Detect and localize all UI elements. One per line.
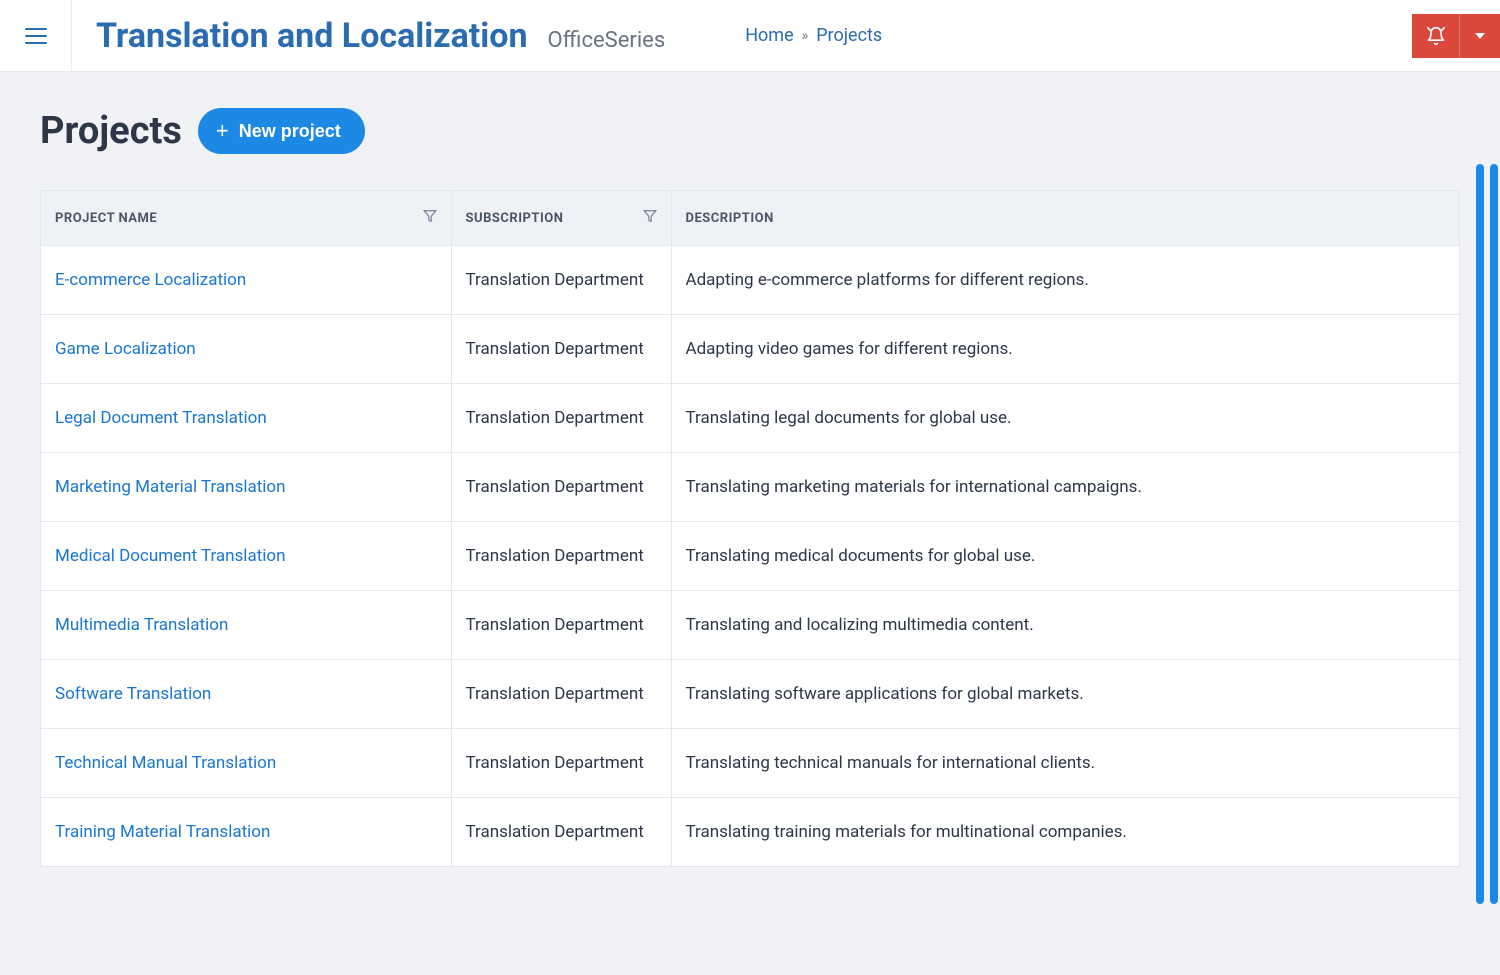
- cell-description: Translating marketing materials for inte…: [671, 453, 1459, 522]
- table-row: Technical Manual Translation Translation …: [41, 729, 1459, 798]
- hamburger-icon[interactable]: [25, 28, 47, 44]
- cell-description: Adapting video games for different regio…: [671, 315, 1459, 384]
- project-link[interactable]: Medical Document Translation: [55, 546, 285, 566]
- plus-icon: +: [216, 120, 229, 142]
- cell-description: Translating training materials for multi…: [671, 798, 1459, 867]
- table-row: Multimedia Translation Translation Depart…: [41, 591, 1459, 660]
- cell-subscription: Translation Department: [451, 798, 671, 867]
- table-row: Training Material Translation Translation…: [41, 798, 1459, 867]
- filter-icon[interactable]: [423, 209, 437, 227]
- header-actions: [1412, 14, 1500, 58]
- cell-subscription: Translation Department: [451, 315, 671, 384]
- caret-down-icon: [1475, 33, 1485, 39]
- page-title: Projects: [40, 109, 182, 153]
- cell-project-name: Multimedia Translation: [41, 591, 451, 660]
- breadcrumb: Home » Projects: [745, 25, 882, 46]
- table-row: Software Translation Translation Departme…: [41, 660, 1459, 729]
- table-row: Legal Document Translation Translation De…: [41, 384, 1459, 453]
- title-area: Translation and Localization OfficeSerie…: [72, 16, 665, 56]
- notifications-button[interactable]: [1412, 14, 1460, 58]
- column-header-description[interactable]: Description: [671, 191, 1459, 246]
- column-header-subscription[interactable]: Subscription: [451, 191, 671, 246]
- table-row: Game Localization Translation DepartmentA…: [41, 315, 1459, 384]
- menu-toggle-wrap: [0, 0, 72, 72]
- cell-project-name: E-commerce Localization: [41, 246, 451, 315]
- app-title: Translation and Localization: [96, 16, 528, 56]
- cell-project-name: Marketing Material Translation: [41, 453, 451, 522]
- app-header: Translation and Localization OfficeSerie…: [0, 0, 1500, 72]
- breadcrumb-home-link[interactable]: Home: [745, 25, 793, 46]
- table-header-row: Project Name Subscription: [41, 191, 1459, 246]
- project-link[interactable]: Training Material Translation: [55, 822, 270, 842]
- new-project-button[interactable]: + New project: [198, 108, 365, 154]
- project-link[interactable]: Game Localization: [55, 339, 196, 359]
- project-link[interactable]: Marketing Material Translation: [55, 477, 286, 497]
- scrollbar-inner[interactable]: [1476, 164, 1484, 904]
- project-link[interactable]: Legal Document Translation: [55, 408, 267, 428]
- cell-subscription: Translation Department: [451, 729, 671, 798]
- cell-project-name: Game Localization: [41, 315, 451, 384]
- cell-description: Translating software applications for gl…: [671, 660, 1459, 729]
- cell-description: Translating legal documents for global u…: [671, 384, 1459, 453]
- scrollbar-outer[interactable]: [1490, 164, 1498, 904]
- cell-project-name: Legal Document Translation: [41, 384, 451, 453]
- cell-description: Adapting e-commerce platforms for differ…: [671, 246, 1459, 315]
- column-label-description: Description: [686, 211, 774, 226]
- cell-description: Translating and localizing multimedia co…: [671, 591, 1459, 660]
- cell-project-name: Software Translation: [41, 660, 451, 729]
- table-row: Marketing Material Translation Translatio…: [41, 453, 1459, 522]
- project-link[interactable]: Software Translation: [55, 684, 211, 704]
- new-project-label: New project: [239, 121, 341, 142]
- cell-subscription: Translation Department: [451, 660, 671, 729]
- cell-project-name: Medical Document Translation: [41, 522, 451, 591]
- cell-project-name: Technical Manual Translation: [41, 729, 451, 798]
- cell-subscription: Translation Department: [451, 246, 671, 315]
- content-area: Projects + New project Project Name: [0, 72, 1500, 867]
- cell-description: Translating medical documents for global…: [671, 522, 1459, 591]
- cell-subscription: Translation Department: [451, 522, 671, 591]
- cell-subscription: Translation Department: [451, 384, 671, 453]
- cell-subscription: Translation Department: [451, 453, 671, 522]
- bell-icon: [1426, 26, 1446, 46]
- project-link[interactable]: E-commerce Localization: [55, 270, 246, 290]
- table-row: E-commerce Localization Translation Depar…: [41, 246, 1459, 315]
- breadcrumb-projects-link[interactable]: Projects: [816, 25, 882, 46]
- filter-icon[interactable]: [643, 209, 657, 227]
- column-header-project-name[interactable]: Project Name: [41, 191, 451, 246]
- table-body: E-commerce Localization Translation Depar…: [41, 246, 1459, 867]
- cell-description: Translating technical manuals for intern…: [671, 729, 1459, 798]
- table-row: Medical Document Translation Translation …: [41, 522, 1459, 591]
- column-label-project-name: Project Name: [55, 211, 157, 226]
- projects-table: Project Name Subscription: [41, 191, 1459, 866]
- breadcrumb-separator: »: [802, 28, 809, 44]
- project-link[interactable]: Technical Manual Translation: [55, 753, 276, 773]
- page-header: Projects + New project: [40, 108, 1460, 154]
- project-link[interactable]: Multimedia Translation: [55, 615, 228, 635]
- app-subtitle: OfficeSeries: [548, 28, 666, 53]
- user-menu-button[interactable]: [1460, 14, 1500, 58]
- cell-project-name: Training Material Translation: [41, 798, 451, 867]
- column-label-subscription: Subscription: [466, 211, 564, 226]
- projects-table-wrap: Project Name Subscription: [40, 190, 1460, 867]
- cell-subscription: Translation Department: [451, 591, 671, 660]
